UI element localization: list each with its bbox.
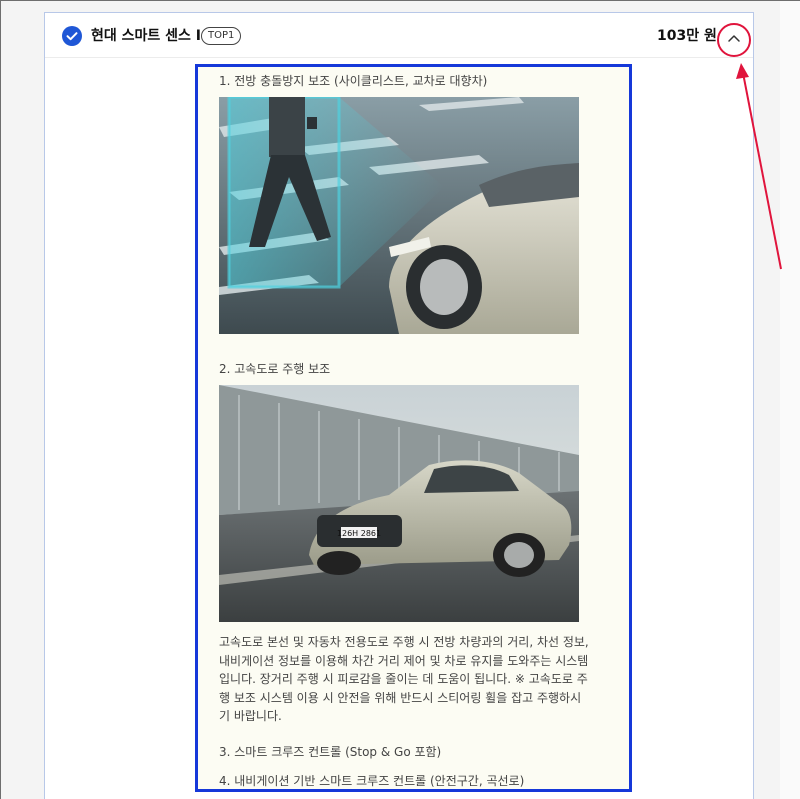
background-left <box>1 1 44 799</box>
feature-description: 고속도로 본선 및 자동차 전용도로 주행 시 전방 차량과의 거리, 차선 정… <box>219 635 589 723</box>
rank-badge: TOP1 <box>201 27 242 45</box>
check-circle-icon[interactable] <box>62 26 82 46</box>
feature-item-3: 3. 스마트 크루즈 컨트롤 (Stop & Go 포함) <box>219 745 442 759</box>
option-price: 103만 원 <box>657 28 717 44</box>
chevron-up-icon <box>728 35 740 42</box>
collapse-button[interactable] <box>717 23 751 57</box>
feature-image-highway-assist: 126H 2861 <box>219 385 579 622</box>
feature-item-4: 4. 내비게이션 기반 스마트 크루즈 컨트롤 (안전구간, 곡선로) <box>219 774 525 788</box>
annotation-arrow <box>736 63 782 270</box>
feature-item-2: 2. 고속도로 주행 보조 <box>219 362 331 376</box>
feature-image-collision-avoidance <box>219 97 579 334</box>
option-detail-panel: 1. 전방 충돌방지 보조 (사이클리스트, 교차로 대향차) 2. 고속도로 … <box>195 64 632 792</box>
option-title: 현대 스마트 센스 I <box>91 28 201 44</box>
option-header[interactable]: 현대 스마트 센스 I TOP1 103만 원 <box>45 13 753 58</box>
license-plate: 126H 2861 <box>337 529 381 538</box>
background-top <box>44 1 754 12</box>
feature-item-1: 1. 전방 충돌방지 보조 (사이클리스트, 교차로 대향차) <box>219 74 488 88</box>
